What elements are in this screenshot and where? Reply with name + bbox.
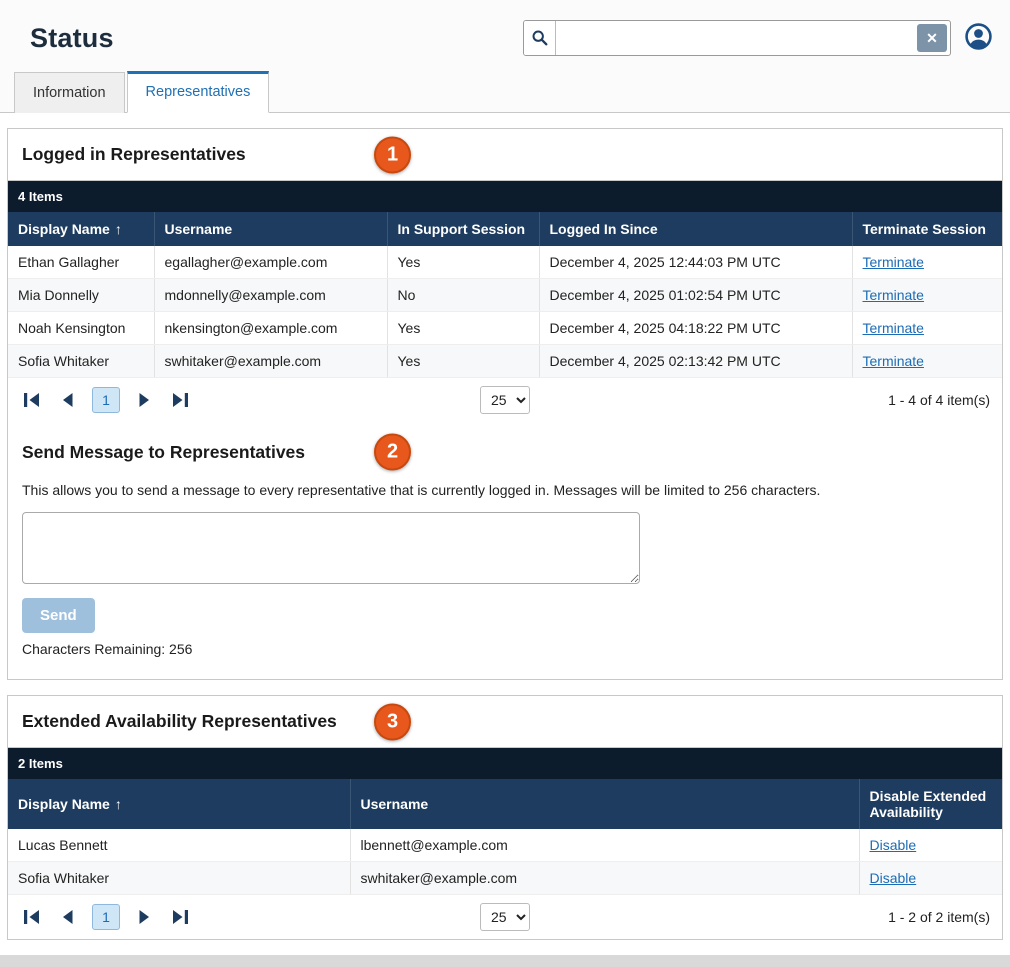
previous-page-button[interactable]: [56, 388, 80, 412]
search-bar: ✕: [523, 20, 951, 56]
column-logged-in-since[interactable]: Logged In Since: [539, 212, 853, 246]
user-avatar-icon: [965, 23, 992, 53]
characters-remaining: Characters Remaining: 256: [22, 641, 193, 657]
display-name-cell: Noah Kensington: [8, 311, 155, 345]
username-cell: swhitaker@example.com: [154, 344, 388, 378]
message-textarea[interactable]: [22, 512, 640, 584]
column-in-support-session[interactable]: In Support Session: [387, 212, 540, 246]
step-badge-3: 3: [374, 703, 411, 740]
terminate-link[interactable]: Terminate: [863, 320, 924, 336]
next-page-button[interactable]: [132, 905, 156, 929]
search-icon: [524, 21, 556, 55]
table-row: Ethan Gallagher egallagher@example.com Y…: [8, 246, 1002, 279]
last-page-button[interactable]: [168, 905, 192, 929]
search-input[interactable]: [556, 21, 914, 55]
display-name-cell: Mia Donnelly: [8, 278, 155, 312]
page-size-select[interactable]: 25: [480, 903, 530, 931]
send-button[interactable]: Send: [22, 598, 95, 633]
page-number[interactable]: 1: [92, 387, 120, 413]
send-message-section: Send Message to Representatives 2 This a…: [8, 422, 1002, 679]
table-row: Sofia Whitaker swhitaker@example.com Yes…: [8, 344, 1002, 378]
extended-header: Extended Availability Representatives 3: [8, 696, 1002, 748]
logged-in-since-cell: December 4, 2025 01:02:54 PM UTC: [539, 278, 853, 312]
search-clear-button[interactable]: ✕: [917, 24, 947, 52]
tab-bar: Information Representatives: [0, 70, 1010, 113]
pagination-summary: 1 - 4 of 4 item(s): [888, 392, 990, 408]
top-bar: Status ✕: [0, 0, 1010, 70]
in-session-cell: No: [387, 278, 540, 312]
logged-in-panel: Logged in Representatives 1 4 Items Disp…: [7, 128, 1003, 680]
next-page-button[interactable]: [132, 388, 156, 412]
footer-strip: [0, 955, 1010, 967]
in-session-cell: Yes: [387, 246, 540, 279]
disable-link[interactable]: Disable: [870, 870, 917, 886]
column-username[interactable]: Username: [154, 212, 388, 246]
table-row: Noah Kensington nkensington@example.com …: [8, 311, 1002, 345]
extended-title: Extended Availability Representatives: [22, 711, 337, 731]
logged-in-since-cell: December 4, 2025 04:18:22 PM UTC: [539, 311, 853, 345]
previous-page-button[interactable]: [56, 905, 80, 929]
column-display-name[interactable]: Display Name ↑: [8, 212, 155, 246]
step-badge-2: 2: [374, 433, 411, 471]
in-session-cell: Yes: [387, 311, 540, 345]
send-message-description: This allows you to send a message to eve…: [22, 482, 821, 498]
sort-asc-icon: ↑: [114, 796, 122, 812]
username-cell: lbennett@example.com: [350, 829, 860, 862]
logged-in-items-count: 4 Items: [8, 181, 1002, 212]
last-page-button[interactable]: [168, 388, 192, 412]
logged-in-header-row: Display Name ↑ Username In Support Sessio…: [8, 212, 1002, 246]
page-size-select[interactable]: 25: [480, 386, 530, 414]
username-cell: mdonnelly@example.com: [154, 278, 388, 312]
table-row: Sofia Whitaker swhitaker@example.com Dis…: [8, 861, 1002, 895]
logged-in-since-cell: December 4, 2025 12:44:03 PM UTC: [539, 246, 853, 279]
first-page-button[interactable]: [20, 388, 44, 412]
extended-pagination: 1 25 1 - 2 of 2 item(s): [8, 895, 1002, 939]
pagination-summary: 1 - 2 of 2 item(s): [888, 909, 990, 925]
display-name-cell: Sofia Whitaker: [8, 344, 155, 378]
table-row: Lucas Bennett lbennett@example.com Disab…: [8, 829, 1002, 862]
logged-in-header: Logged in Representatives 1: [8, 129, 1002, 181]
tab-information[interactable]: Information: [14, 72, 125, 113]
terminate-link[interactable]: Terminate: [863, 287, 924, 303]
in-session-cell: Yes: [387, 344, 540, 378]
logged-in-since-cell: December 4, 2025 02:13:42 PM UTC: [539, 344, 853, 378]
logged-in-title: Logged in Representatives: [22, 144, 246, 164]
display-name-cell: Ethan Gallagher: [8, 246, 155, 279]
column-display-name[interactable]: Display Name ↑: [8, 779, 351, 829]
extended-availability-panel: Extended Availability Representatives 3 …: [7, 695, 1003, 940]
username-cell: nkensington@example.com: [154, 311, 388, 345]
page-number[interactable]: 1: [92, 904, 120, 930]
logged-in-pagination: 1 25 1 - 4 of 4 item(s): [8, 378, 1002, 422]
send-message-header: Send Message to Representatives 2: [22, 426, 988, 478]
extended-header-row: Display Name ↑ Username Disable Extended …: [8, 779, 1002, 829]
disable-link[interactable]: Disable: [870, 837, 917, 853]
column-terminate-session: Terminate Session: [852, 212, 1002, 246]
step-badge-1: 1: [374, 136, 411, 173]
table-row: Mia Donnelly mdonnelly@example.com No De…: [8, 278, 1002, 312]
clear-icon: ✕: [926, 29, 938, 46]
username-cell: swhitaker@example.com: [350, 861, 860, 895]
display-name-cell: Lucas Bennett: [8, 829, 351, 862]
logged-in-table: Display Name ↑ Username In Support Sessio…: [8, 212, 1002, 378]
column-disable-extended-availability: Disable Extended Availability: [859, 779, 1002, 829]
tab-representatives[interactable]: Representatives: [126, 71, 270, 113]
page-title: Status: [30, 22, 114, 53]
extended-items-count: 2 Items: [8, 748, 1002, 779]
username-cell: egallagher@example.com: [154, 246, 388, 279]
sort-asc-icon: ↑: [114, 221, 122, 237]
first-page-button[interactable]: [20, 905, 44, 929]
column-username[interactable]: Username: [350, 779, 860, 829]
terminate-link[interactable]: Terminate: [863, 353, 924, 369]
send-message-title: Send Message to Representatives: [22, 441, 306, 462]
extended-table: Display Name ↑ Username Disable Extended …: [8, 779, 1002, 895]
display-name-cell: Sofia Whitaker: [8, 861, 351, 895]
terminate-link[interactable]: Terminate: [863, 254, 924, 270]
profile-button[interactable]: [965, 23, 992, 53]
